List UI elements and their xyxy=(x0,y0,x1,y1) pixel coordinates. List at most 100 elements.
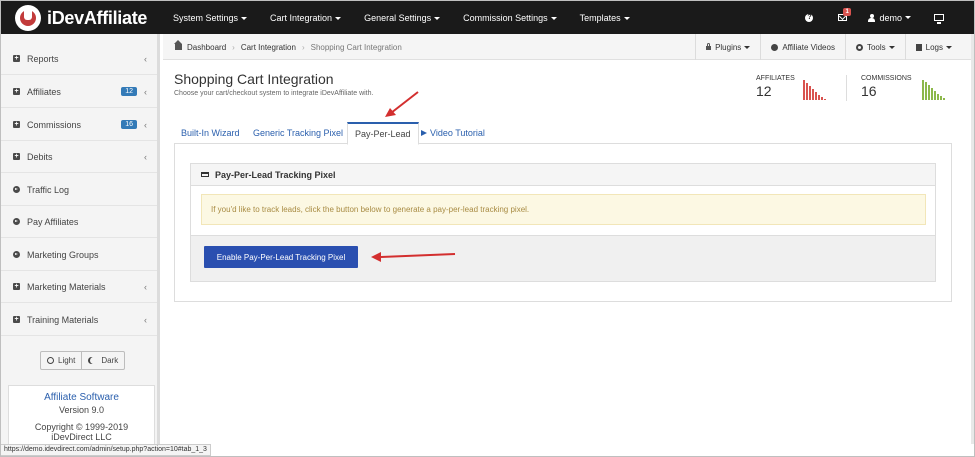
toolbar: Plugins Affiliate Videos Tools Logs xyxy=(695,34,974,60)
chevron-left-icon: ‹ xyxy=(144,86,147,97)
stat-divider xyxy=(846,75,847,101)
sidebar-item-marketing-materials[interactable]: + Marketing Materials ‹ xyxy=(1,271,157,303)
tools-button[interactable]: Tools xyxy=(844,34,905,60)
plus-square-icon: + xyxy=(13,121,20,128)
home-icon xyxy=(174,40,182,50)
sidebar-item-commissions[interactable]: + Commissions 16 ‹ xyxy=(1,109,157,141)
sidebar-item-label: Marketing Groups xyxy=(27,249,99,260)
status-bar-url: https://demo.idevdirect.com/admin/setup.… xyxy=(1,444,211,456)
plugins-button[interactable]: Plugins xyxy=(695,34,760,60)
stat-value: 12 xyxy=(756,83,772,99)
sidebar-item-pay-affiliates[interactable]: Pay Affiliates xyxy=(1,206,157,238)
gear-icon xyxy=(855,43,863,51)
circle-arrow-icon xyxy=(13,186,20,193)
main-menu: System Settings Cart Integration General… xyxy=(173,1,653,34)
play-circle-icon xyxy=(771,43,779,51)
caret-down-icon xyxy=(434,16,441,20)
menu-templates[interactable]: Templates xyxy=(580,13,630,23)
tab-pay-per-lead[interactable]: Pay-Per-Lead xyxy=(347,122,419,145)
chevron-left-icon: ‹ xyxy=(144,119,147,130)
caret-down-icon xyxy=(905,16,911,19)
sidebar-item-label: Affiliates xyxy=(27,86,61,97)
tab-generic-tracking-pixel[interactable]: Generic Tracking Pixel xyxy=(246,122,350,144)
caret-down-icon xyxy=(623,16,630,20)
plus-square-icon: + xyxy=(13,153,20,160)
affiliate-videos-button[interactable]: Affiliate Videos xyxy=(760,34,845,60)
page-title: Shopping Cart Integration xyxy=(174,71,334,87)
top-right-controls: ? 1 demo xyxy=(805,1,974,34)
chevron-left-icon: ‹ xyxy=(144,314,147,325)
plus-square-icon: + xyxy=(13,88,20,95)
page-scrollbar[interactable] xyxy=(971,34,974,444)
breadcrumb-cart-integration[interactable]: Cart Integration xyxy=(241,43,296,52)
user-name: demo xyxy=(879,12,902,23)
message-count-badge: 1 xyxy=(843,8,851,16)
breadcrumb-separator: › xyxy=(232,42,235,52)
app-window: iDevAffiliate System Settings Cart Integ… xyxy=(0,0,975,457)
caret-down-icon xyxy=(946,45,952,49)
brand-logo[interactable]: iDevAffiliate xyxy=(15,5,147,31)
user-icon xyxy=(868,13,876,22)
monitor-icon[interactable] xyxy=(934,14,944,24)
plugins-label: Plugins xyxy=(715,42,742,52)
menu-cart-integration[interactable]: Cart Integration xyxy=(270,12,342,23)
circle-arrow-icon xyxy=(13,218,20,225)
breadcrumb-bar: Dashboard › Cart Integration › Shopping … xyxy=(163,34,974,60)
enable-pay-per-lead-button[interactable]: Enable Pay-Per-Lead Tracking Pixel xyxy=(204,246,358,268)
sidebar-item-traffic-log[interactable]: Traffic Log xyxy=(1,174,157,206)
sidebar-item-label: Marketing Materials xyxy=(27,281,106,292)
plus-square-icon: + xyxy=(13,316,20,323)
theme-switcher: Light Dark xyxy=(40,351,126,370)
menu-label: Commission Settings xyxy=(463,12,548,23)
dark-theme-button[interactable]: Dark xyxy=(81,352,124,369)
product-name[interactable]: Affiliate Software xyxy=(9,392,154,403)
count-badge: 12 xyxy=(121,87,137,96)
sidebar-item-affiliates[interactable]: + Affiliates 12 ‹ xyxy=(1,76,157,108)
company-name: iDevDirect LLC xyxy=(51,432,112,442)
light-label: Light xyxy=(58,356,76,365)
commissions-stat[interactable]: COMMISSIONS 16 xyxy=(861,75,945,100)
tools-label: Tools xyxy=(866,42,886,52)
sidebar-item-reports[interactable]: + Reports ‹ xyxy=(1,43,157,75)
menu-label: Cart Integration xyxy=(270,12,333,23)
brand-name: iDevAffiliate xyxy=(47,7,148,28)
sun-icon xyxy=(47,357,54,364)
count-badge: 16 xyxy=(121,120,137,129)
stat-label: COMMISSIONS xyxy=(861,75,912,82)
sidebar-item-debits[interactable]: + Debits ‹ xyxy=(1,141,157,173)
menu-label: Templates xyxy=(579,12,621,23)
moon-icon xyxy=(90,357,97,364)
affiliates-stat[interactable]: AFFILIATES 12 xyxy=(756,75,826,100)
messages-button[interactable]: 1 xyxy=(838,8,851,21)
logs-button[interactable]: Logs xyxy=(904,34,974,60)
logo-icon xyxy=(15,5,41,31)
stat-label: AFFILIATES xyxy=(756,75,795,82)
file-icon xyxy=(915,43,922,51)
caret-down-icon xyxy=(550,16,557,20)
tab-video-tutorial[interactable]: Video Tutorial xyxy=(414,122,492,144)
copyright-text: Copyright © 1999-2019 xyxy=(34,422,129,432)
chevron-left-icon: ‹ xyxy=(144,151,147,162)
sidebar-item-training-materials[interactable]: + Training Materials ‹ xyxy=(1,304,157,336)
annotation-arrow-button xyxy=(371,252,456,262)
info-alert: If you'd like to track leads, click the … xyxy=(201,194,926,225)
help-icon[interactable]: ? xyxy=(805,13,814,22)
menu-commission-settings[interactable]: Commission Settings xyxy=(463,13,557,23)
page-subtitle: Choose your cart/checkout system to inte… xyxy=(174,90,374,97)
light-theme-button[interactable]: Light xyxy=(41,352,81,369)
breadcrumb-separator: › xyxy=(301,42,305,52)
integration-tabs: Built-In Wizard Generic Tracking Pixel P… xyxy=(174,122,952,145)
tab-built-in-wizard[interactable]: Built-In Wizard xyxy=(174,122,247,144)
chevron-left-icon: ‹ xyxy=(144,53,147,64)
menu-general-settings[interactable]: General Settings xyxy=(364,13,441,23)
sidebar-item-marketing-groups[interactable]: Marketing Groups xyxy=(1,239,157,271)
circle-arrow-icon xyxy=(13,251,20,258)
breadcrumb-dashboard[interactable]: Dashboard xyxy=(187,43,226,52)
sidebar-item-label: Traffic Log xyxy=(27,184,70,195)
videos-label: Affiliate Videos xyxy=(782,42,835,52)
dark-label: Dark xyxy=(101,356,119,365)
sidebar-item-label: Pay Affiliates xyxy=(27,216,79,227)
user-menu[interactable]: demo xyxy=(868,13,911,23)
menu-system-settings[interactable]: System Settings xyxy=(173,13,248,23)
lock-icon xyxy=(706,43,712,50)
